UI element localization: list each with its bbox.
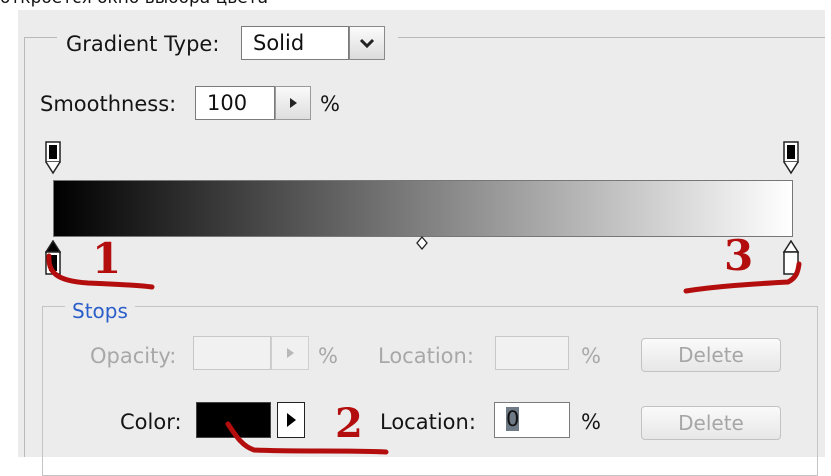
annotation-underlines [46,253,802,455]
gradient-editor-panel: Gradient Type: Solid Smoothness: 100 % S… [18,10,825,476]
